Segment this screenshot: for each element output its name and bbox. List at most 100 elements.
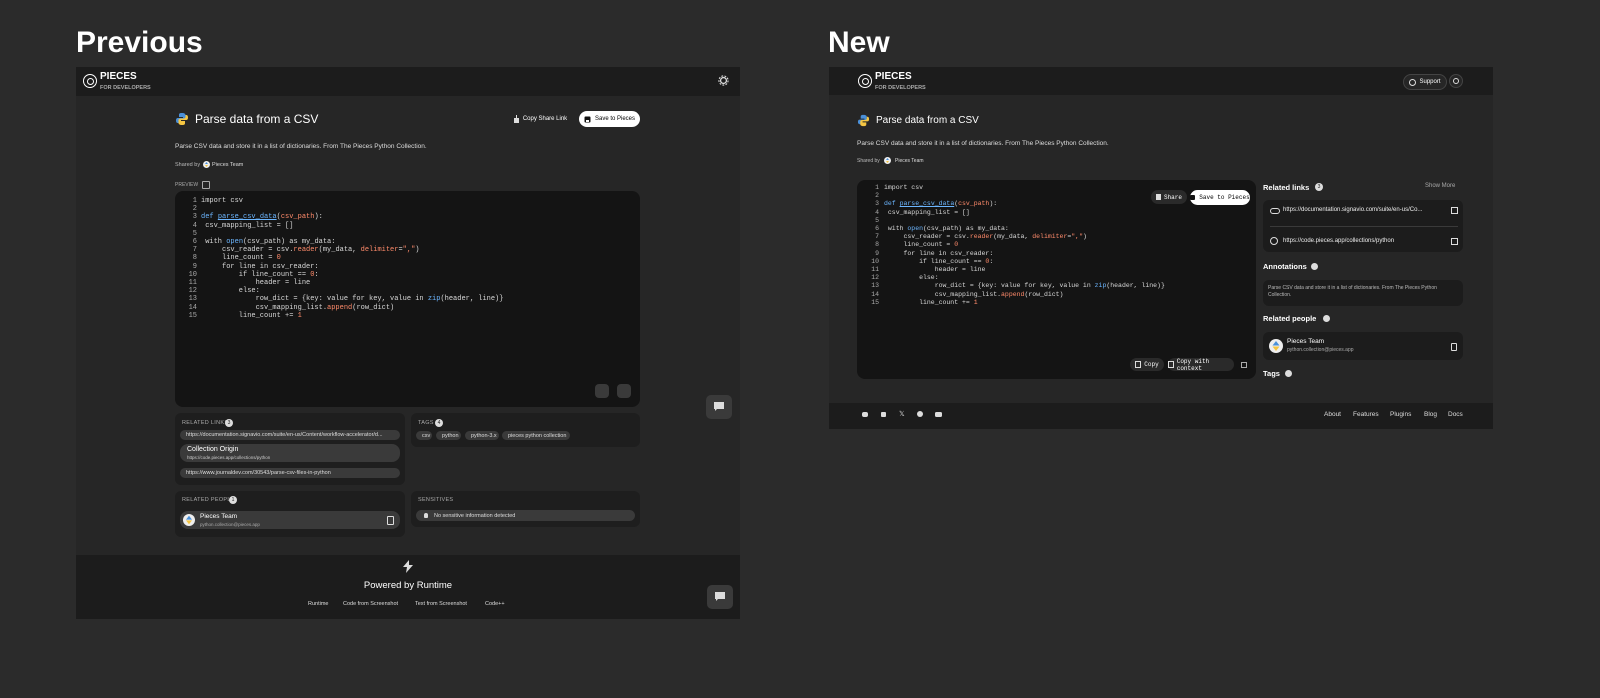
- brand: PIECES FOR DEVELOPERS: [875, 71, 926, 92]
- external-link-icon[interactable]: [1451, 238, 1458, 245]
- settings-button[interactable]: [1449, 74, 1463, 88]
- code-line: import csv: [884, 184, 924, 191]
- tag-chip[interactable]: csv: [416, 431, 432, 440]
- share-button[interactable]: Share: [1151, 190, 1187, 204]
- help-icon[interactable]: [1285, 370, 1292, 377]
- code-line: else:: [201, 287, 260, 296]
- related-link[interactable]: https://www.journaldev.com/30543/parse-c…: [180, 468, 400, 478]
- code-line-number: 15: [188, 311, 197, 320]
- save-to-pieces-button[interactable]: Save to Pieces: [579, 111, 640, 127]
- support-button[interactable]: Support: [1403, 74, 1447, 90]
- code-line-number: 11: [871, 266, 879, 273]
- related-people-label: RELATED PEOPLE: [182, 497, 235, 503]
- linkedin-icon[interactable]: [881, 412, 886, 417]
- external-link-icon[interactable]: [1451, 207, 1458, 214]
- divider: [1270, 226, 1458, 227]
- related-link[interactable]: https://code.pieces.app/collections/pyth…: [1283, 238, 1394, 244]
- tag-chip[interactable]: python: [436, 431, 461, 440]
- code-line-number: 10: [871, 257, 879, 265]
- code-line-number: 1: [875, 184, 879, 191]
- related-link[interactable]: https://documentation.signavio.com/suite…: [180, 430, 400, 440]
- tag-chip[interactable]: pieces python collection: [502, 431, 570, 440]
- person-card[interactable]: Pieces Team python.collection@pieces.app: [1263, 332, 1463, 360]
- tags-card: TAGS 4 csv python python-3.x pieces pyth…: [411, 413, 640, 447]
- code-line: line_count = 0: [201, 254, 281, 263]
- previous-heading: Previous: [76, 26, 203, 59]
- tag-chip[interactable]: python-3.x: [465, 431, 499, 440]
- code-line: def parse_csv_data(csv_path):: [201, 213, 323, 222]
- footer-link-code-from-screenshot[interactable]: Code from Screenshot: [343, 601, 398, 607]
- code-block[interactable]: Share Save to Pieces Copy Copy with cont…: [857, 180, 1256, 379]
- code-line-number: 10: [188, 270, 197, 279]
- related-links-card: RELATED LINKS 3 https://documentation.si…: [175, 413, 405, 485]
- copy-button[interactable]: Copy: [1130, 358, 1164, 371]
- code-line-number: 3: [875, 200, 879, 208]
- related-people-card: RELATED PEOPLE 1 Pieces Team python.coll…: [175, 491, 405, 537]
- code-line: for line in csv_reader:: [884, 249, 994, 257]
- footer-link-features[interactable]: Features: [1353, 411, 1379, 418]
- discord-icon[interactable]: [862, 412, 868, 417]
- avatar: [1269, 339, 1283, 353]
- footer-link-text-from-screenshot[interactable]: Text from Screenshot: [415, 601, 467, 607]
- footer-link-runtime[interactable]: Runtime: [308, 601, 328, 607]
- youtube-icon[interactable]: [935, 412, 942, 417]
- person-email: python.collection@pieces.app: [1287, 347, 1354, 353]
- feedback-button[interactable]: [706, 395, 732, 419]
- powered-by: Powered by Runtime: [363, 580, 453, 591]
- sensitive-chip: No sensitive information detected: [416, 510, 635, 521]
- copy-icon[interactable]: [595, 384, 609, 398]
- code-line: csv_mapping_list.append(row_dict): [884, 290, 1064, 298]
- code-line: row_dict = {key: value for key, value in…: [884, 282, 1165, 290]
- person-chip[interactable]: Pieces Team python.collection@pieces.app: [180, 511, 400, 529]
- save-icon: [1190, 195, 1196, 200]
- code-line-number: 12: [188, 287, 197, 296]
- gear-icon[interactable]: [718, 75, 729, 86]
- expand-icon[interactable]: [1241, 362, 1247, 368]
- save-to-pieces-button[interactable]: Save to Pieces: [1190, 190, 1250, 205]
- related-link[interactable]: https://documentation.signavio.com/suite…: [1283, 207, 1422, 213]
- code-line-number: 1: [192, 197, 197, 205]
- pieces-logo-icon[interactable]: [858, 74, 872, 88]
- github-icon[interactable]: [917, 411, 923, 417]
- footer-link-plugins[interactable]: Plugins: [1390, 411, 1411, 418]
- copy-icon[interactable]: [1451, 343, 1457, 351]
- shared-by-name: Pieces Team: [895, 158, 924, 164]
- code-line: line_count = 0: [884, 241, 959, 249]
- x-icon[interactable]: 𝕏: [899, 410, 905, 418]
- link-icon: [1270, 208, 1280, 214]
- person-name: Pieces Team: [1287, 338, 1325, 345]
- copy-with-context-icon[interactable]: [617, 384, 631, 398]
- related-links-list: https://documentation.signavio.com/suite…: [1263, 200, 1463, 252]
- code-line: row_dict = {key: value for key, value in…: [201, 295, 504, 304]
- show-more-link[interactable]: Show More: [1425, 183, 1455, 189]
- footer-link-docs[interactable]: Docs: [1448, 411, 1463, 418]
- snippet-title: Parse data from a CSV: [876, 115, 979, 126]
- code-line: csv_reader = csv.reader(my_data, delimit…: [884, 233, 1087, 241]
- pieces-logo-icon[interactable]: [83, 74, 97, 88]
- code-line: import csv: [201, 197, 244, 205]
- collection-origin-chip[interactable]: Collection Origin https://code.pieces.ap…: [180, 444, 400, 462]
- copy-icon[interactable]: [387, 516, 394, 525]
- feedback-button[interactable]: [707, 585, 733, 609]
- footer-link-blog[interactable]: Blog: [1424, 411, 1437, 418]
- code-block[interactable]: 1 import csv 2 3 def parse_csv_data(csv_path…: [175, 191, 640, 407]
- code-line-number: 13: [188, 295, 197, 304]
- code-line: csv_mapping_list = []: [884, 208, 970, 216]
- footer-link-about[interactable]: About: [1324, 411, 1341, 418]
- related-people-label: Related people: [1263, 314, 1317, 323]
- footer-link-code-plus-plus[interactable]: Code++: [485, 601, 505, 607]
- python-logo-icon: [176, 113, 188, 125]
- code-line-number: 6: [875, 225, 879, 232]
- python-logo-icon: [857, 114, 870, 127]
- expand-icon[interactable]: [202, 181, 210, 189]
- help-icon[interactable]: [1323, 315, 1330, 322]
- chat-icon: [715, 592, 725, 601]
- copy-share-link-button[interactable]: Copy Share Link: [509, 111, 571, 127]
- code-line-number: 7: [192, 246, 197, 255]
- help-icon[interactable]: [1311, 263, 1318, 270]
- related-people-count: 1: [229, 496, 237, 504]
- new-topbar: PIECES FOR DEVELOPERS Support: [829, 67, 1493, 95]
- copy-with-context-button[interactable]: Copy with context: [1168, 358, 1234, 372]
- lightbulb-icon: [424, 513, 428, 518]
- code-line-number: 4: [875, 208, 879, 216]
